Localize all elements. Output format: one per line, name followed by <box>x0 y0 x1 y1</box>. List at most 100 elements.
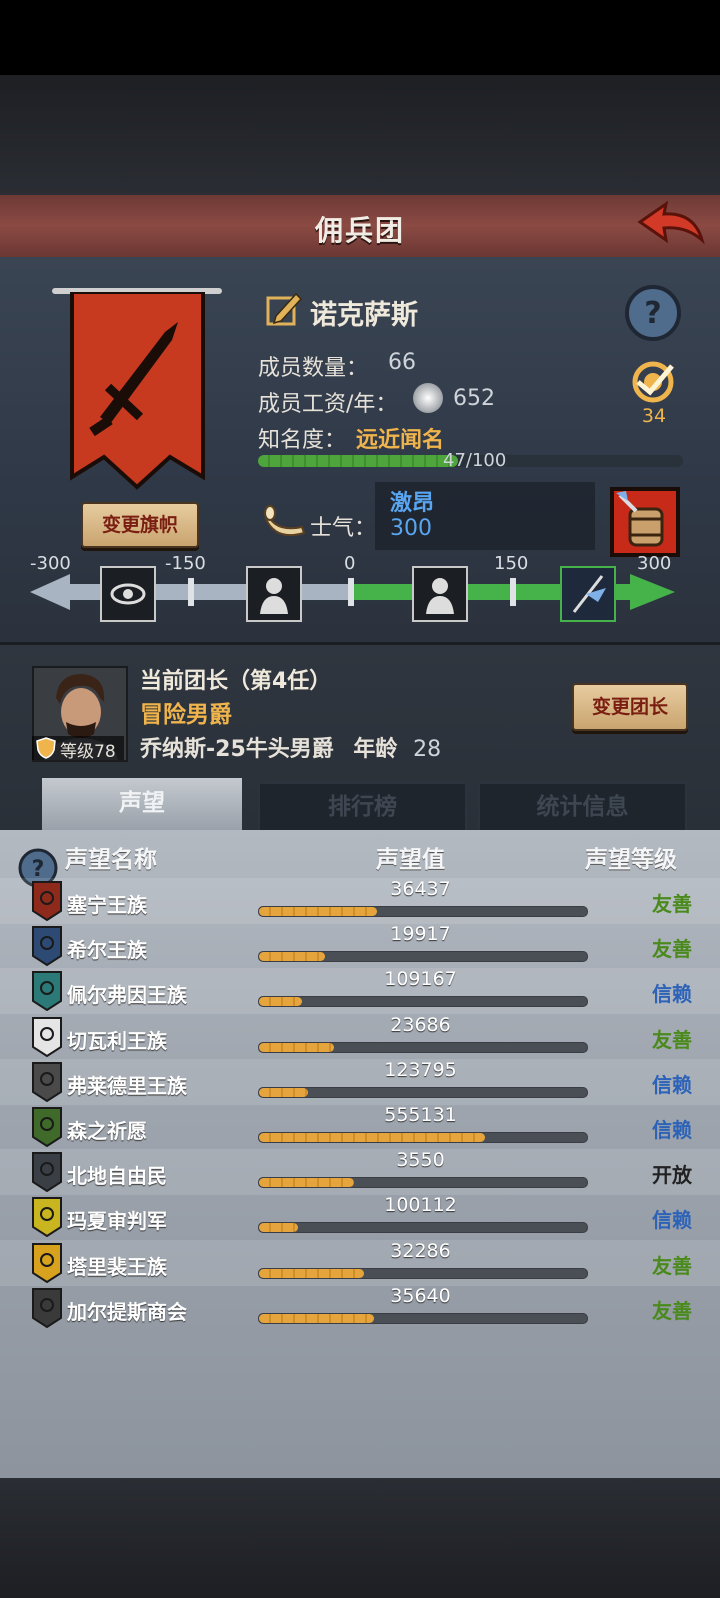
reputation-level: 信赖 <box>652 1208 692 1232</box>
faction-name: 佩尔弗因王族 <box>67 983 187 1007</box>
faction-crest-icon <box>32 1017 62 1058</box>
reputation-row[interactable]: 加尔提斯商会 35640 友善 <box>0 1285 720 1331</box>
reputation-progress-bar <box>258 1268 588 1279</box>
reputation-value: 35640 <box>390 1285 451 1307</box>
morale-tick-label: 150 <box>494 553 529 574</box>
edit-name-icon[interactable] <box>266 290 304 328</box>
morale-tick-label: -150 <box>165 553 206 574</box>
silver-coin-icon <box>413 383 443 413</box>
change-leader-button[interactable]: 变更团长 <box>572 683 688 731</box>
top-background <box>0 75 720 195</box>
col-header-name: 声望名称 <box>65 847 157 873</box>
reputation-progress-bar <box>258 951 588 962</box>
fame-progress-text: 47/100 <box>443 450 507 471</box>
reputation-level: 友善 <box>652 1254 692 1278</box>
reputation-value: 36437 <box>390 878 451 900</box>
reputation-progress-bar <box>258 1087 588 1098</box>
reputation-progress-bar <box>258 1177 588 1188</box>
horn-icon <box>264 505 306 539</box>
leader-age-label: 年龄 <box>353 737 398 762</box>
reputation-row[interactable]: 弗莱德里王族 123795 信赖 <box>0 1059 720 1105</box>
reputation-row[interactable]: 玛夏审判军 100112 信赖 <box>0 1194 720 1240</box>
despair-figure-icon[interactable] <box>246 566 302 622</box>
back-arrow-icon <box>637 200 705 245</box>
reputation-level: 信赖 <box>652 1073 692 1097</box>
reputation-row[interactable]: 塞宁王族 36437 友善 <box>0 878 720 924</box>
reputation-progress-fill <box>259 1088 309 1097</box>
rank-target-icon[interactable] <box>622 360 684 404</box>
reputation-progress-fill <box>259 907 378 916</box>
reputation-progress-bar <box>258 1222 588 1233</box>
reputation-progress-bar <box>258 1132 588 1143</box>
reputation-row[interactable]: 希尔王族 19917 友善 <box>0 923 720 969</box>
faction-crest-icon <box>32 1197 62 1238</box>
reputation-progress-fill <box>259 1223 299 1232</box>
leader-level-badge: 等级78 <box>32 736 124 762</box>
salary-label: 成员工资/年： <box>258 392 398 417</box>
reputation-progress-bar <box>258 906 588 917</box>
leader-name: 乔纳斯-25牛头男爵 <box>140 737 334 762</box>
reputation-level: 信赖 <box>652 1118 692 1142</box>
faction-crest-icon <box>32 1243 62 1284</box>
reputation-value: 23686 <box>390 1014 451 1036</box>
reputation-row[interactable]: 塔里裴王族 32286 友善 <box>0 1240 720 1286</box>
leader-level: 等级78 <box>60 742 116 762</box>
morale-tick-label: 300 <box>637 553 672 574</box>
tab-statistics[interactable]: 统计信息 <box>478 782 687 832</box>
status-bar <box>0 0 720 75</box>
faction-crest-icon <box>32 1152 62 1193</box>
fame-label: 知名度： <box>258 428 347 453</box>
guild-banner <box>70 290 205 492</box>
tab-reputation[interactable]: 声望 <box>42 778 242 830</box>
morale-state: 激昂 <box>390 491 435 516</box>
dagger-banner-icon <box>70 290 205 490</box>
morale-label: 士气： <box>310 516 377 541</box>
tab-ranking[interactable]: 排行榜 <box>258 782 467 832</box>
faction-name: 切瓦利王族 <box>67 1029 167 1053</box>
faction-crest-icon <box>32 881 62 922</box>
faction-name: 弗莱德里王族 <box>67 1074 187 1098</box>
inspired-flag-icon[interactable] <box>560 566 616 622</box>
barrel-axe-icon[interactable] <box>610 487 680 557</box>
morale-value: 300 <box>390 516 432 541</box>
reputation-level: 信赖 <box>652 982 692 1006</box>
calm-figure-icon[interactable] <box>412 566 468 622</box>
reputation-level: 友善 <box>652 937 692 961</box>
bottom-background <box>0 1478 720 1598</box>
morale-tick-label: -300 <box>30 553 71 574</box>
help-icon[interactable]: ? <box>624 284 682 342</box>
svg-text:?: ? <box>644 296 661 331</box>
back-button[interactable] <box>636 200 706 250</box>
faction-name: 塞宁王族 <box>67 893 147 917</box>
page-header: 佣兵团 <box>0 195 720 260</box>
faction-name: 希尔王族 <box>67 938 147 962</box>
faction-name: 北地自由民 <box>67 1164 167 1188</box>
reputation-value: 123795 <box>384 1059 457 1081</box>
fame-progress-fill <box>258 455 458 467</box>
reputation-progress-fill <box>259 1269 364 1278</box>
reputation-row[interactable]: 森之祈愿 555131 信赖 <box>0 1104 720 1150</box>
faction-crest-icon <box>32 1107 62 1148</box>
reputation-level: 友善 <box>652 1028 692 1052</box>
reputation-progress-bar <box>258 996 588 1007</box>
faction-name: 森之祈愿 <box>67 1119 147 1143</box>
reputation-row[interactable]: 北地自由民 3550 开放 <box>0 1149 720 1195</box>
reputation-level: 开放 <box>652 1163 692 1187</box>
fear-eye-icon[interactable] <box>100 566 156 622</box>
faction-crest-icon <box>32 1288 62 1329</box>
leader-age-value: 28 <box>413 737 442 762</box>
members-value: 66 <box>388 350 416 375</box>
reputation-row[interactable]: 佩尔弗因王族 109167 信赖 <box>0 968 720 1014</box>
reputation-level: 友善 <box>652 892 692 916</box>
change-flag-button[interactable]: 变更旗帜 <box>81 502 199 548</box>
reputation-row[interactable]: 切瓦利王族 23686 友善 <box>0 1014 720 1060</box>
reputation-level: 友善 <box>652 1299 692 1323</box>
faction-name: 加尔提斯商会 <box>67 1300 187 1324</box>
reputation-value: 100112 <box>384 1194 457 1216</box>
reputation-value: 3550 <box>396 1149 445 1171</box>
reputation-progress-bar <box>258 1313 588 1324</box>
leader-name-line: 乔纳斯-25牛头男爵 年龄 28 <box>140 731 441 763</box>
reputation-progress-fill <box>259 1043 335 1052</box>
faction-crest-icon <box>32 926 62 967</box>
fame-value: 远近闻名 <box>356 428 445 453</box>
